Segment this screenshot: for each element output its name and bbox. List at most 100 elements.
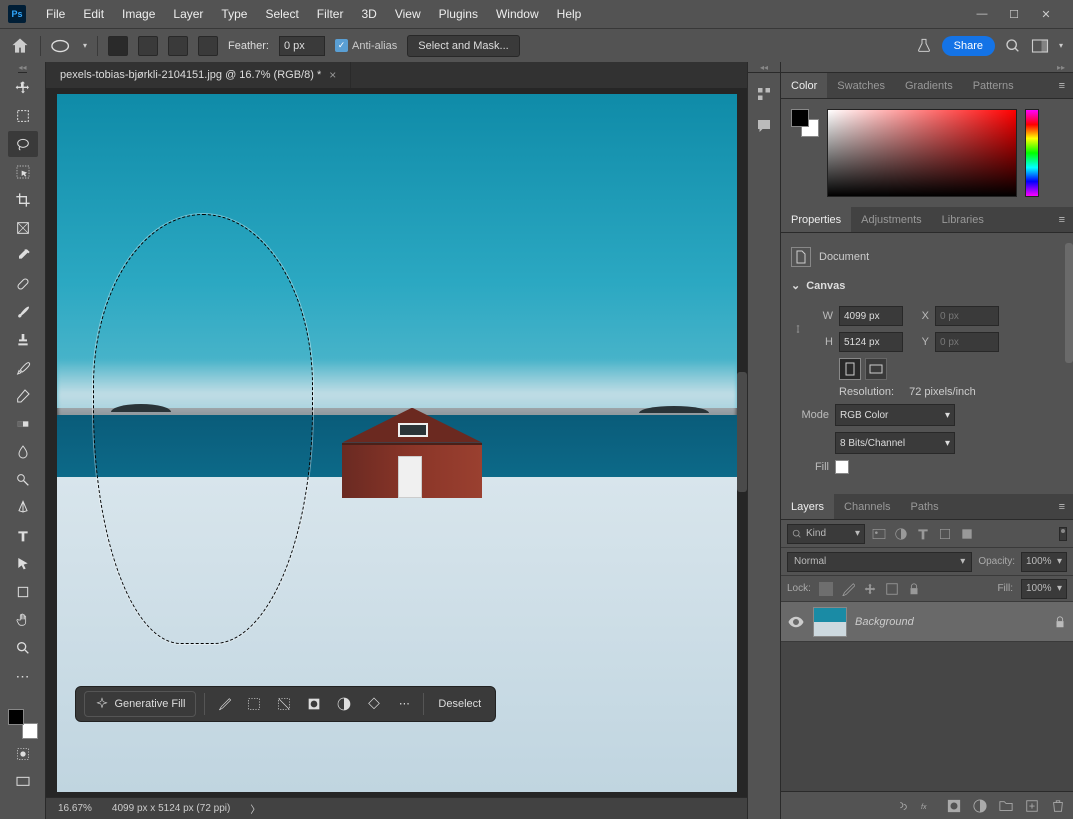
antialias-checkbox[interactable]: ✓ Anti-alias (335, 39, 397, 52)
lock-pixels-icon[interactable] (841, 582, 855, 596)
filter-smart-icon[interactable] (959, 526, 975, 542)
link-icon[interactable] (791, 315, 805, 343)
home-icon[interactable] (10, 36, 30, 56)
swap-colors-icon[interactable] (8, 691, 20, 703)
move-tool[interactable] (8, 75, 38, 101)
filter-image-icon[interactable] (871, 526, 887, 542)
toolbox-collapse[interactable]: ◂◂ (18, 62, 26, 73)
layer-fx-icon[interactable]: fx (921, 799, 935, 813)
crop-tool[interactable] (8, 187, 38, 213)
gradient-tool[interactable] (8, 411, 38, 437)
feather-input[interactable] (279, 36, 325, 56)
width-input[interactable] (839, 306, 903, 326)
tab-patterns[interactable]: Patterns (963, 73, 1024, 98)
close-button[interactable]: ✕ (1037, 5, 1055, 23)
generative-fill-button[interactable]: Generative Fill (84, 691, 197, 717)
blur-tool[interactable] (8, 439, 38, 465)
mask-icon[interactable] (303, 693, 325, 715)
menu-view[interactable]: View (387, 3, 429, 25)
eyedropper-tool[interactable] (8, 243, 38, 269)
panel-menu-icon[interactable]: ≡ (1051, 214, 1073, 226)
selection-add-icon[interactable] (138, 36, 158, 56)
lock-all-icon[interactable] (907, 582, 921, 596)
status-arrow-icon[interactable]: 〉 (250, 801, 260, 816)
edit-toolbar[interactable]: ⋯ (8, 663, 38, 689)
lock-position-icon[interactable] (863, 582, 877, 596)
default-colors-icon[interactable] (22, 691, 34, 703)
minimize-button[interactable]: — (973, 5, 991, 23)
blend-mode-select[interactable]: Normal▾ (787, 552, 972, 572)
portrait-orientation-icon[interactable] (839, 358, 861, 380)
hue-slider[interactable] (1025, 109, 1039, 197)
color-swatch-fgbg[interactable] (791, 109, 819, 137)
delete-layer-icon[interactable] (1051, 799, 1065, 813)
status-zoom[interactable]: 16.67% (58, 803, 92, 814)
hand-tool[interactable] (8, 607, 38, 633)
share-button[interactable]: Share (942, 36, 995, 56)
history-brush-tool[interactable] (8, 355, 38, 381)
beaker-icon[interactable] (916, 38, 932, 54)
filter-toggle[interactable] (1059, 527, 1067, 541)
adjustment-layer-icon[interactable] (973, 799, 987, 813)
bits-select[interactable]: 8 Bits/Channel▾ (835, 432, 955, 454)
vertical-scrollbar[interactable] (737, 372, 747, 492)
panel-menu-icon[interactable]: ≡ (1051, 80, 1073, 92)
tab-adjustments[interactable]: Adjustments (851, 207, 932, 232)
filter-adjustment-icon[interactable] (893, 526, 909, 542)
selection-intersect-icon[interactable] (198, 36, 218, 56)
select-and-mask-button[interactable]: Select and Mask... (407, 35, 520, 57)
tab-channels[interactable]: Channels (834, 494, 900, 519)
landscape-orientation-icon[interactable] (865, 358, 887, 380)
maximize-button[interactable]: ☐ (1005, 5, 1023, 23)
tab-color[interactable]: Color (781, 73, 827, 98)
menu-layer[interactable]: Layer (165, 3, 211, 25)
canvas[interactable]: Generative Fill ⋯ Deselect (46, 88, 747, 797)
menu-edit[interactable]: Edit (75, 3, 112, 25)
pen-tool[interactable] (8, 495, 38, 521)
new-layer-icon[interactable] (1025, 799, 1039, 813)
tab-layers[interactable]: Layers (781, 494, 834, 519)
lasso-tool[interactable] (8, 131, 38, 157)
dropdown-icon[interactable]: ▾ (83, 41, 87, 50)
invert-selection-icon[interactable] (273, 693, 295, 715)
tab-swatches[interactable]: Swatches (827, 73, 895, 98)
lasso-tool-icon[interactable] (51, 38, 73, 54)
mode-select[interactable]: RGB Color▾ (835, 404, 955, 426)
tab-gradients[interactable]: Gradients (895, 73, 963, 98)
canvas-section-toggle[interactable]: ⌄Canvas (791, 279, 1063, 292)
frame-tool[interactable] (8, 215, 38, 241)
document-tab[interactable]: pexels-tobias-bjørkli-2104151.jpg @ 16.7… (46, 62, 351, 88)
opacity-input[interactable]: 100%▾ (1021, 552, 1067, 572)
type-tool[interactable] (8, 523, 38, 549)
search-icon[interactable] (1005, 38, 1021, 54)
modify-selection-icon[interactable] (243, 693, 265, 715)
layer-name[interactable]: Background (855, 616, 914, 628)
contextual-task-bar[interactable]: Generative Fill ⋯ Deselect (75, 686, 497, 722)
tab-properties[interactable]: Properties (781, 207, 851, 232)
dodge-tool[interactable] (8, 467, 38, 493)
selection-new-icon[interactable] (108, 36, 128, 56)
menu-file[interactable]: File (38, 3, 73, 25)
workspace-icon[interactable] (1031, 38, 1049, 54)
history-panel-icon[interactable] (753, 83, 775, 105)
quick-mask-tool[interactable] (8, 741, 38, 767)
marquee-tool[interactable] (8, 103, 38, 129)
close-tab-icon[interactable]: × (329, 68, 336, 82)
more-icon[interactable]: ⋯ (393, 693, 415, 715)
comments-panel-icon[interactable] (753, 115, 775, 137)
fill-icon[interactable] (363, 693, 385, 715)
properties-scrollbar[interactable] (1065, 243, 1073, 363)
layer-filter-kind[interactable]: Kind▾ (787, 524, 865, 544)
menu-select[interactable]: Select (257, 3, 306, 25)
eraser-tool[interactable] (8, 383, 38, 409)
filter-type-icon[interactable] (915, 526, 931, 542)
stamp-tool[interactable] (8, 327, 38, 353)
lock-icon[interactable] (1053, 615, 1067, 629)
panel-menu-icon[interactable]: ≡ (1051, 501, 1073, 513)
adjustment-icon[interactable] (333, 693, 355, 715)
group-icon[interactable] (999, 799, 1013, 813)
visibility-toggle-icon[interactable] (787, 613, 805, 631)
brush-tool[interactable] (8, 299, 38, 325)
zoom-tool[interactable] (8, 635, 38, 661)
menu-filter[interactable]: Filter (309, 3, 352, 25)
